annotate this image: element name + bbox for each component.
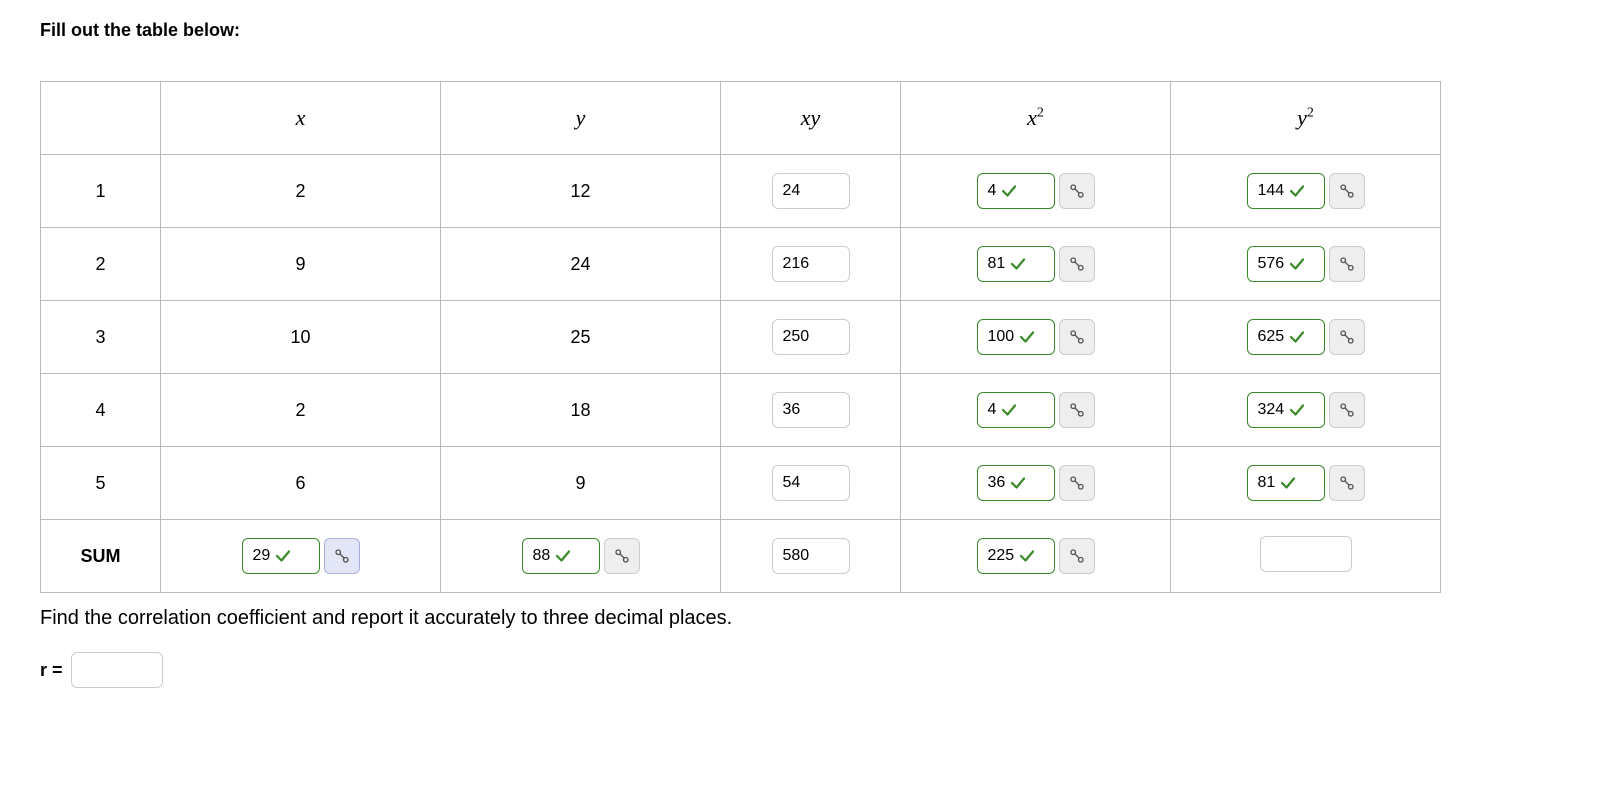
checkmark-icon xyxy=(1288,182,1306,200)
cell-xy: 36 xyxy=(721,374,901,447)
row-index: 5 xyxy=(41,447,161,520)
answer-input[interactable]: 576 xyxy=(1247,246,1325,282)
cell-xy: 250 xyxy=(721,301,901,374)
cell-y2: 144 xyxy=(1171,155,1441,228)
cell-xy: 54 xyxy=(721,447,901,520)
header-y2: y2 xyxy=(1171,82,1441,155)
row-index: 2 xyxy=(41,228,161,301)
data-table: x y xy x2 y2 121224414429242168157631025… xyxy=(40,81,1441,593)
equation-editor-icon[interactable] xyxy=(1329,392,1365,428)
checkmark-icon xyxy=(274,547,292,565)
equation-editor-icon[interactable] xyxy=(1059,538,1095,574)
cell-x2: 4 xyxy=(901,374,1171,447)
instruction-text: Fill out the table below: xyxy=(40,20,1571,41)
answer-input[interactable]: 625 xyxy=(1247,319,1325,355)
header-blank xyxy=(41,82,161,155)
cell-y2: 625 xyxy=(1171,301,1441,374)
answer-input[interactable]: 100 xyxy=(977,319,1055,355)
answer-input[interactable] xyxy=(1260,536,1352,572)
cell-y2: 576 xyxy=(1171,228,1441,301)
cell-x2: 81 xyxy=(901,228,1171,301)
cell-sum-y2 xyxy=(1171,520,1441,593)
cell-xy: 216 xyxy=(721,228,901,301)
equation-editor-icon[interactable] xyxy=(1059,465,1095,501)
answer-input[interactable]: 4 xyxy=(977,173,1055,209)
answer-input[interactable]: 88 xyxy=(522,538,600,574)
answer-input[interactable]: 36 xyxy=(772,392,850,428)
cell-x2: 100 xyxy=(901,301,1171,374)
equation-editor-icon[interactable] xyxy=(1059,319,1095,355)
cell-y: 25 xyxy=(441,301,721,374)
checkmark-icon xyxy=(554,547,572,565)
cell-x: 6 xyxy=(161,447,441,520)
answer-input[interactable]: 250 xyxy=(772,319,850,355)
equation-editor-icon[interactable] xyxy=(1329,173,1365,209)
checkmark-icon xyxy=(1000,401,1018,419)
table-row: 2924 216 81 576 xyxy=(41,228,1441,301)
equation-editor-icon[interactable] xyxy=(1329,465,1365,501)
answer-input[interactable]: 324 xyxy=(1247,392,1325,428)
cell-y: 12 xyxy=(441,155,721,228)
cell-x: 2 xyxy=(161,155,441,228)
answer-input[interactable]: 225 xyxy=(977,538,1055,574)
sum-label: SUM xyxy=(41,520,161,593)
row-index: 4 xyxy=(41,374,161,447)
cell-y: 18 xyxy=(441,374,721,447)
checkmark-icon xyxy=(1288,328,1306,346)
equation-editor-icon[interactable] xyxy=(1329,246,1365,282)
checkmark-icon xyxy=(1009,474,1027,492)
answer-input[interactable]: 29 xyxy=(242,538,320,574)
cell-sum-xy: 580 xyxy=(721,520,901,593)
row-index: 1 xyxy=(41,155,161,228)
answer-input[interactable]: 36 xyxy=(977,465,1055,501)
checkmark-icon xyxy=(1279,474,1297,492)
cell-x2: 4 xyxy=(901,155,1171,228)
cell-y2: 324 xyxy=(1171,374,1441,447)
equation-editor-icon[interactable] xyxy=(1059,246,1095,282)
table-row: 569 54 36 81 xyxy=(41,447,1441,520)
cell-xy: 24 xyxy=(721,155,901,228)
table-row-sum: SUM 29 88 580 225 xyxy=(41,520,1441,593)
answer-input[interactable]: 580 xyxy=(772,538,850,574)
answer-input[interactable]: 81 xyxy=(1247,465,1325,501)
cell-sum-x2: 225 xyxy=(901,520,1171,593)
cell-sum-y: 88 xyxy=(441,520,721,593)
cell-x: 2 xyxy=(161,374,441,447)
header-y: y xyxy=(441,82,721,155)
cell-x: 10 xyxy=(161,301,441,374)
answer-input[interactable]: 54 xyxy=(772,465,850,501)
checkmark-icon xyxy=(1009,255,1027,273)
table-row: 31025 250 100 625 xyxy=(41,301,1441,374)
r-label: r = xyxy=(40,660,63,681)
equation-editor-icon[interactable] xyxy=(324,538,360,574)
cell-y2: 81 xyxy=(1171,447,1441,520)
checkmark-icon xyxy=(1000,182,1018,200)
checkmark-icon xyxy=(1288,255,1306,273)
checkmark-icon xyxy=(1288,401,1306,419)
checkmark-icon xyxy=(1018,547,1036,565)
r-input[interactable] xyxy=(71,652,163,688)
answer-input[interactable]: 4 xyxy=(977,392,1055,428)
cell-x2: 36 xyxy=(901,447,1171,520)
row-index: 3 xyxy=(41,301,161,374)
header-x: x xyxy=(161,82,441,155)
equation-editor-icon[interactable] xyxy=(1059,173,1095,209)
table-row: 4218364324 xyxy=(41,374,1441,447)
checkmark-icon xyxy=(1018,328,1036,346)
instruction-2: Find the correlation coefficient and rep… xyxy=(40,607,1571,630)
answer-input[interactable]: 24 xyxy=(772,173,850,209)
cell-sum-x: 29 xyxy=(161,520,441,593)
header-x2: x2 xyxy=(901,82,1171,155)
answer-input[interactable]: 216 xyxy=(772,246,850,282)
cell-y: 24 xyxy=(441,228,721,301)
header-xy: xy xyxy=(721,82,901,155)
equation-editor-icon[interactable] xyxy=(1329,319,1365,355)
equation-editor-icon[interactable] xyxy=(604,538,640,574)
answer-input[interactable]: 144 xyxy=(1247,173,1325,209)
equation-editor-icon[interactable] xyxy=(1059,392,1095,428)
cell-y: 9 xyxy=(441,447,721,520)
answer-input[interactable]: 81 xyxy=(977,246,1055,282)
cell-x: 9 xyxy=(161,228,441,301)
table-row: 1212244144 xyxy=(41,155,1441,228)
